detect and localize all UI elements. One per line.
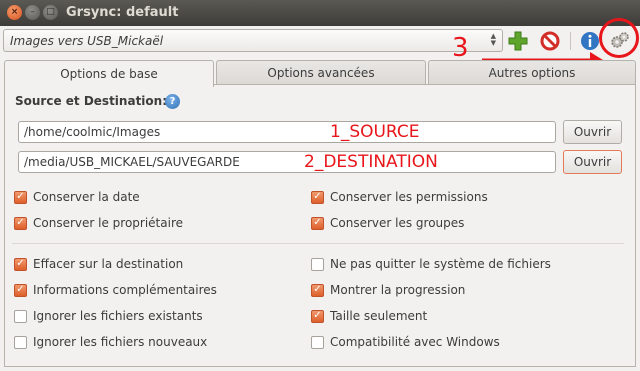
option-compatibilite-windows[interactable]: Compatibilité avec Windows — [311, 335, 500, 349]
annotation-source: 1_SOURCE — [330, 122, 420, 142]
close-window-button[interactable]: × — [7, 5, 22, 20]
checkbox-icon — [14, 190, 27, 204]
annotation-destination: 2_DESTINATION — [304, 152, 438, 172]
session-combobox[interactable]: Images vers USB_Mickaël ▲ ▼ — [3, 29, 503, 52]
option-conserver-proprietaire[interactable]: Conserver le propriétaire — [14, 216, 183, 230]
help-icon[interactable]: ? — [165, 94, 180, 109]
checkbox-icon — [14, 257, 27, 271]
checkbox-icon — [311, 309, 324, 323]
title-bar: × – □ Grsync: default — [0, 0, 640, 26]
option-taille-seulement[interactable]: Taille seulement — [311, 309, 427, 323]
maximize-window-button[interactable]: □ — [43, 5, 58, 20]
section-label: Source et Destination: — [15, 94, 167, 108]
checkbox-icon — [14, 309, 27, 323]
source-field[interactable]: /home/coolmic/Images — [18, 121, 556, 143]
option-informations-complementaires[interactable]: Informations complémentaires — [14, 283, 217, 297]
annotation-circle — [599, 18, 639, 58]
option-ne-pas-quitter-fs[interactable]: Ne pas quitter le système de fichiers — [311, 257, 551, 271]
annotation-number-3: 3 — [452, 33, 469, 63]
checkbox-icon — [14, 216, 27, 230]
checkbox-icon — [311, 257, 324, 271]
tab-bar: Options de base Options avancées Autres … — [4, 60, 636, 87]
tab-autres-options[interactable]: Autres options — [428, 60, 636, 85]
checkbox-icon — [311, 335, 324, 349]
divider — [12, 243, 624, 244]
option-conserver-date[interactable]: Conserver la date — [14, 190, 140, 204]
checkbox-icon — [311, 190, 324, 204]
tab-options-de-base[interactable]: Options de base — [4, 60, 214, 87]
option-ignorer-nouveaux[interactable]: Ignorer les fichiers nouveaux — [14, 335, 207, 349]
minimize-window-button[interactable]: – — [25, 5, 40, 20]
checkbox-icon — [14, 283, 27, 297]
checkbox-icon — [311, 283, 324, 297]
destination-open-button[interactable]: Ouvrir — [563, 150, 622, 174]
option-montrer-progression[interactable]: Montrer la progression — [311, 283, 465, 297]
source-open-button[interactable]: Ouvrir — [563, 120, 622, 144]
combo-arrows-icon: ▲ ▼ — [490, 32, 496, 47]
tab-options-avancees[interactable]: Options avancées — [216, 60, 426, 85]
window-title: Grsync: default — [66, 5, 179, 20]
option-conserver-permissions[interactable]: Conserver les permissions — [311, 190, 488, 204]
checkbox-icon — [14, 335, 27, 349]
destination-field[interactable]: /media/USB_MICKAEL/SAUVEGARDE — [18, 151, 556, 173]
option-ignorer-existants[interactable]: Ignorer les fichiers existants — [14, 309, 203, 323]
session-name: Images vers USB_Mickaël — [10, 33, 164, 48]
checkbox-icon — [311, 216, 324, 230]
option-conserver-groupes[interactable]: Conserver les groupes — [311, 216, 464, 230]
option-effacer-destination[interactable]: Effacer sur la destination — [14, 257, 183, 271]
